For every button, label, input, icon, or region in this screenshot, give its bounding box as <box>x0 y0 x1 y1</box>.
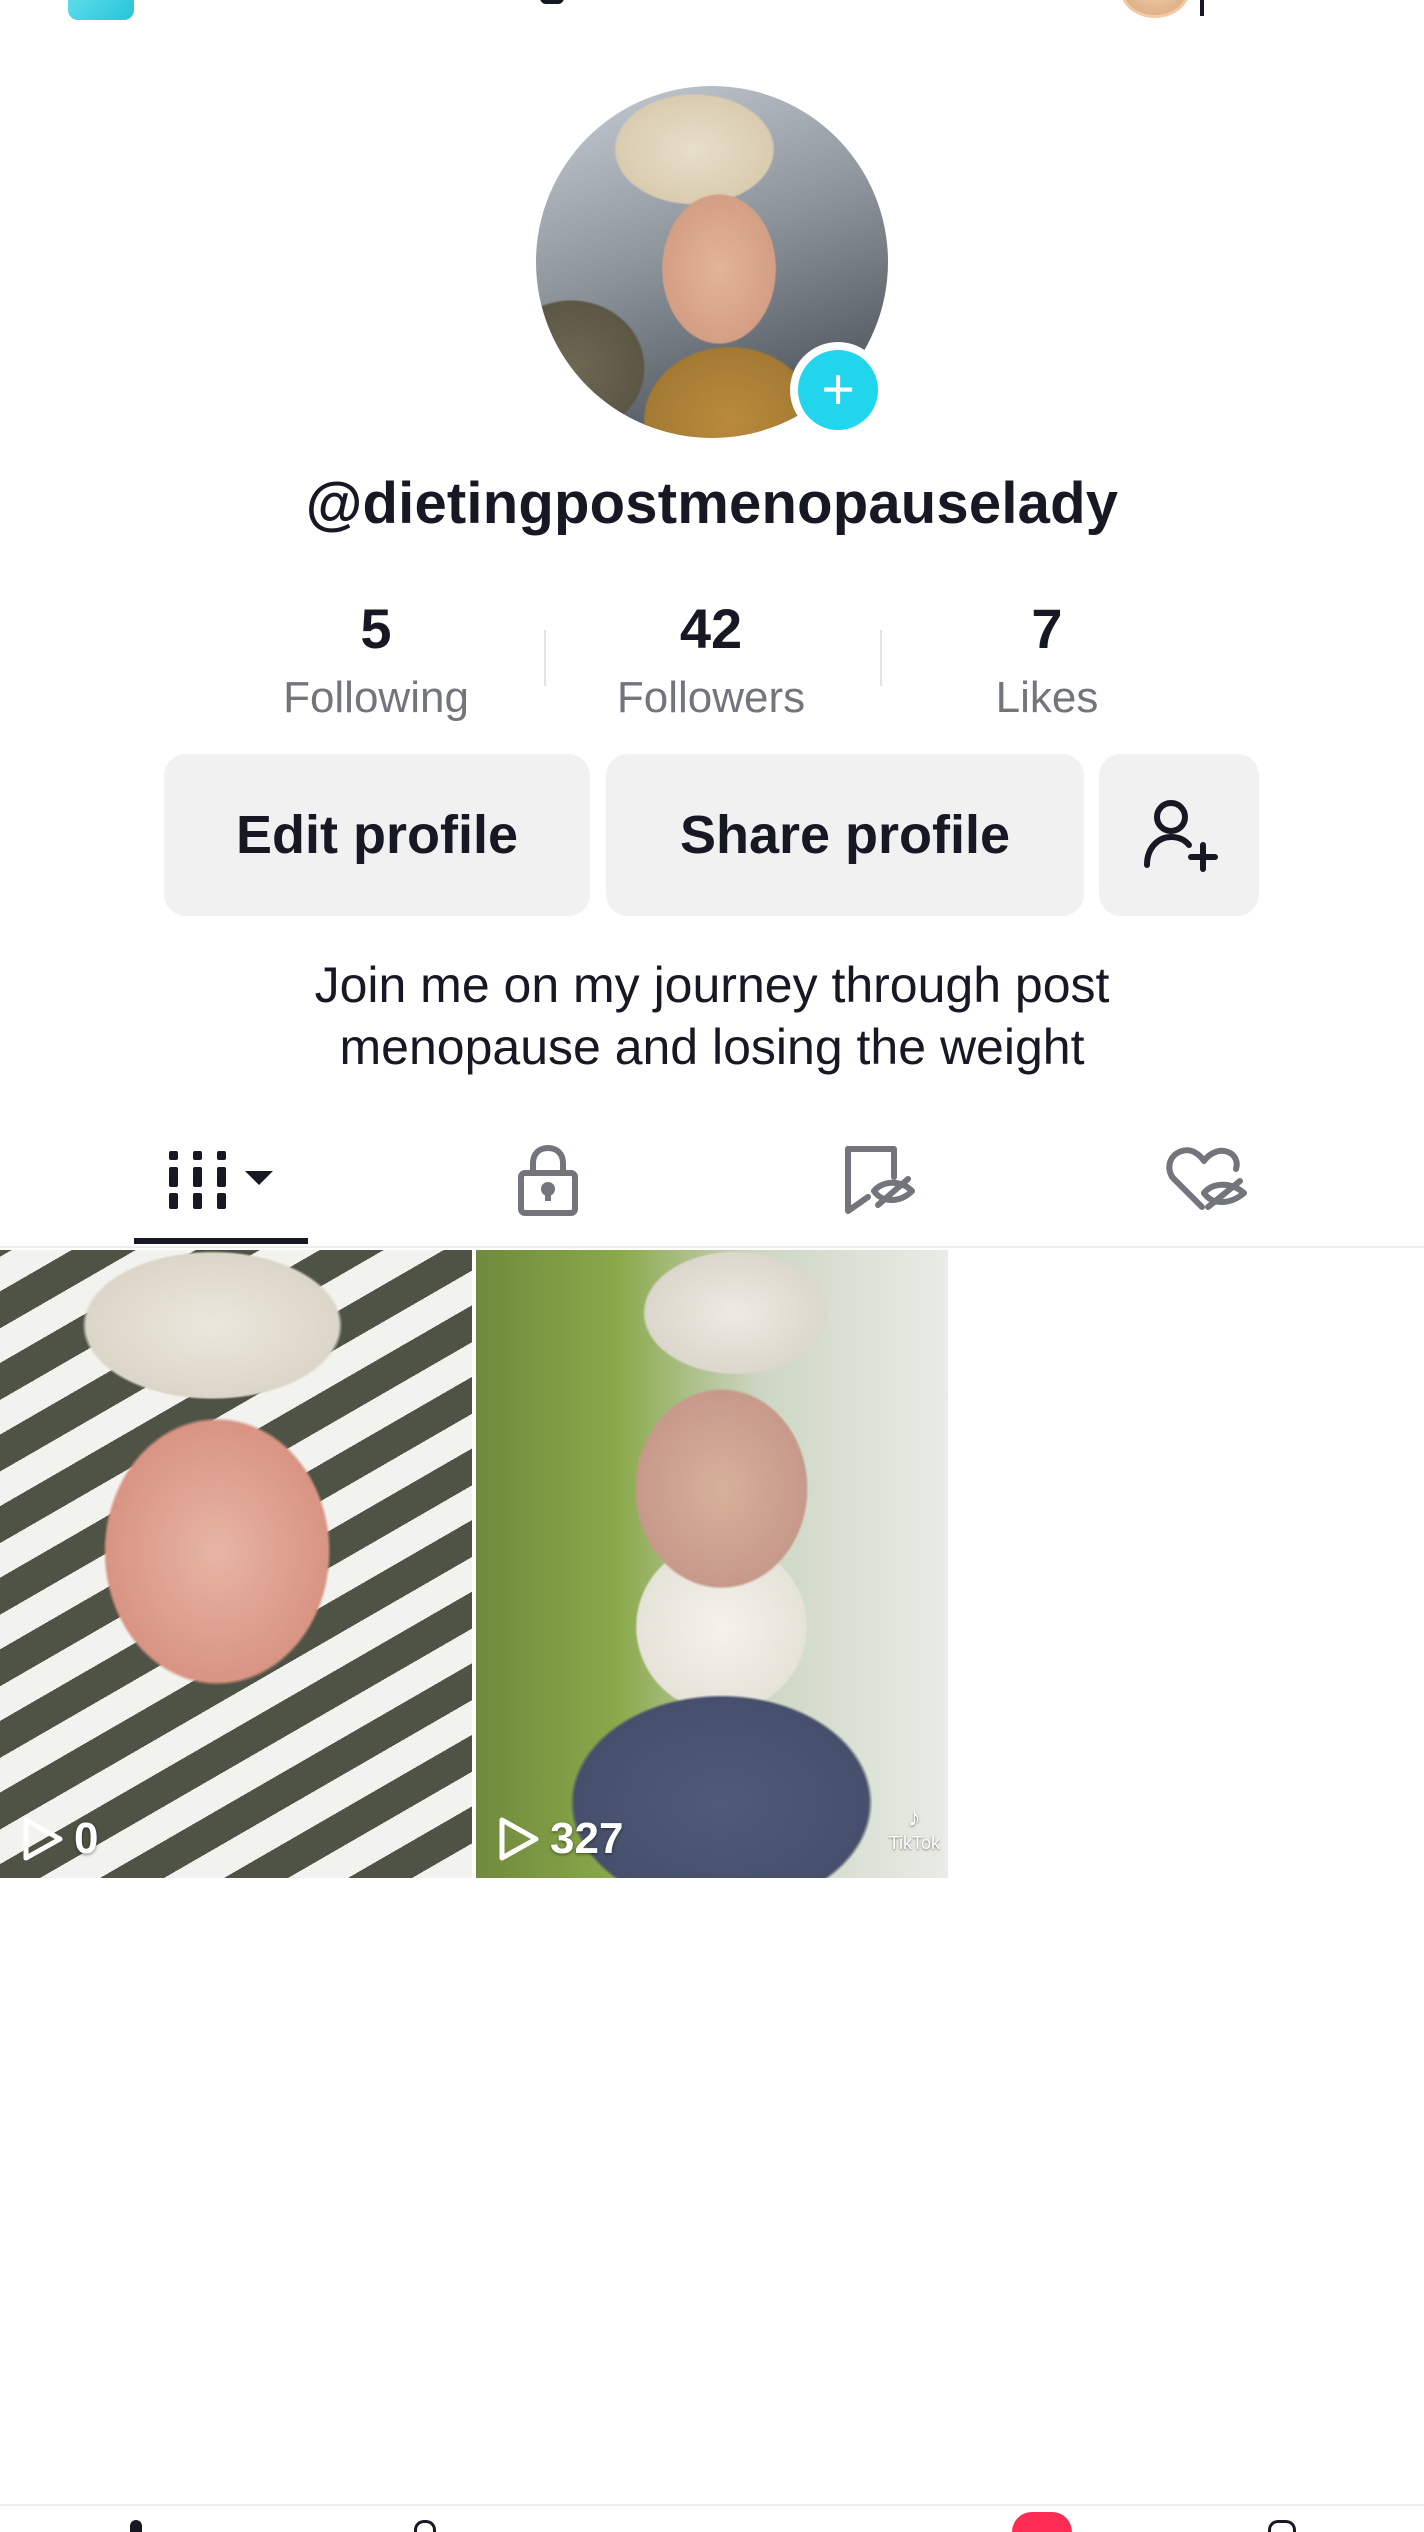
video-thumbnail[interactable]: 327 ♪ TikTok <box>476 1250 948 1878</box>
likes-label: Likes <box>995 673 1099 722</box>
home-icon[interactable] <box>130 2520 142 2532</box>
stats-divider <box>880 630 882 686</box>
share-profile-button[interactable]: Share profile <box>606 754 1084 916</box>
inbox-badge-icon[interactable] <box>1012 2512 1072 2532</box>
friends-icon[interactable] <box>414 2520 436 2532</box>
tabs-divider <box>0 1246 1424 1248</box>
view-count: 0 <box>20 1814 98 1864</box>
watermark-text: TikTok <box>888 1833 940 1853</box>
profile-tabs <box>0 1120 1424 1248</box>
profile-icon[interactable] <box>1268 2520 1296 2532</box>
profile-page: + @dietingpostmenopauselady 5 Following … <box>0 0 1424 2532</box>
play-icon <box>499 1817 539 1861</box>
tab-liked[interactable] <box>1124 1120 1288 1240</box>
edit-profile-label: Edit profile <box>236 805 518 865</box>
active-tab-indicator <box>134 1238 308 1244</box>
tab-saved[interactable] <box>796 1120 960 1240</box>
video-thumbnail[interactable]: 0 <box>0 1250 472 1878</box>
stats-divider <box>544 630 546 686</box>
bottom-nav-divider <box>0 2504 1424 2506</box>
stat-followers[interactable]: 42 Followers <box>561 594 861 728</box>
view-count-value: 0 <box>74 1814 99 1863</box>
view-count-value: 327 <box>550 1814 624 1863</box>
creator-tools-icon[interactable] <box>68 0 134 20</box>
tiktok-watermark: ♪ TikTok <box>889 1802 940 1854</box>
add-story-button[interactable]: + <box>790 342 886 438</box>
top-avatar[interactable] <box>1120 0 1190 18</box>
heart-hidden-icon <box>1166 1147 1247 1210</box>
account-switcher[interactable] <box>540 0 564 4</box>
tab-videos[interactable] <box>134 1120 308 1240</box>
lock-icon <box>518 1145 578 1216</box>
avatar-container: + <box>536 86 888 438</box>
followers-label: Followers <box>616 673 806 722</box>
grid-icon <box>169 1151 273 1209</box>
plus-icon: + <box>821 357 855 422</box>
video-grid: 0 327 ♪ TikTok <box>0 1250 1424 1880</box>
following-label: Following <box>283 673 469 722</box>
username: @dietingpostmenopauselady <box>305 471 1119 536</box>
tiktok-logo-icon: ♪ <box>907 1802 921 1832</box>
bookmark-hidden-icon <box>845 1146 915 1214</box>
add-user-icon <box>1144 800 1218 872</box>
bio-text: Join me on my journey through post menop… <box>314 957 1110 1075</box>
followers-count: 42 <box>679 597 743 660</box>
add-friend-button[interactable] <box>1099 754 1259 916</box>
stat-likes[interactable]: 7 Likes <box>897 594 1197 728</box>
view-count: 327 <box>496 1814 623 1864</box>
top-bar <box>0 0 1424 30</box>
stat-following[interactable]: 5 Following <box>226 594 526 728</box>
likes-count: 7 <box>1031 597 1063 660</box>
play-icon <box>23 1817 63 1861</box>
top-divider <box>1200 0 1204 16</box>
profile-stats: 5 Following 42 Followers 7 Likes <box>206 594 1218 734</box>
following-count: 5 <box>360 597 392 660</box>
tab-private[interactable] <box>466 1120 630 1240</box>
share-profile-label: Share profile <box>679 805 1011 865</box>
edit-profile-button[interactable]: Edit profile <box>164 754 590 916</box>
